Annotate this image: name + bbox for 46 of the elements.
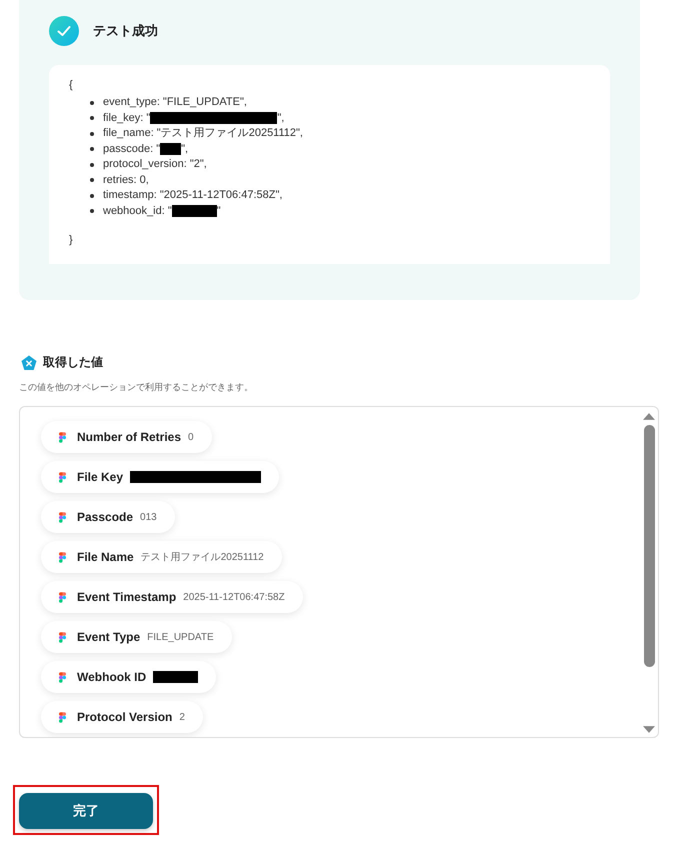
bullet-icon xyxy=(90,147,94,152)
app-logo-icon xyxy=(59,592,66,602)
bullet-icon xyxy=(90,100,94,105)
app-logo-icon xyxy=(59,432,66,442)
code-line: retries: 0, xyxy=(103,172,149,188)
variable-icon xyxy=(21,354,37,370)
section-title: 取得した値 xyxy=(43,354,103,371)
app-logo-icon xyxy=(59,512,66,522)
bullet-icon xyxy=(90,178,94,182)
code-line: protocol_version: "2", xyxy=(103,157,207,172)
done-button[interactable]: 完了 xyxy=(19,793,153,829)
app-logo-icon xyxy=(59,552,66,562)
value-chip[interactable]: Protocol Version 2 xyxy=(41,701,203,733)
value-chip[interactable]: Event Timestamp 2025-11-12T06:47:58Z xyxy=(41,581,303,613)
code-brace: } xyxy=(69,233,74,248)
result-title: テスト成功 xyxy=(93,22,158,40)
code-brace: { xyxy=(69,78,74,93)
bullet-icon xyxy=(90,132,94,136)
code-punctuation: ", xyxy=(277,110,284,126)
code-line: file_key: " xyxy=(103,110,150,126)
value-chip[interactable]: File Key xyxy=(41,461,280,493)
bullet-icon xyxy=(90,162,94,167)
code-line: webhook_id: " xyxy=(103,204,172,218)
bullet-icon xyxy=(90,209,94,214)
code-punctuation: ", xyxy=(181,142,188,156)
value-chip[interactable]: Passcode 013 xyxy=(41,501,175,533)
app-logo-icon xyxy=(59,712,66,722)
value-chip[interactable]: Number of Retries 0 xyxy=(41,421,212,453)
value-chip[interactable]: Event Type FILE_UPDATE xyxy=(41,621,232,653)
scroll-down-icon[interactable] xyxy=(643,726,655,733)
code-line: file_name: "テスト用ファイル20251112", xyxy=(103,126,303,141)
scrollbar[interactable] xyxy=(642,413,656,733)
checkmark-icon xyxy=(49,16,79,46)
app-logo-icon xyxy=(59,672,66,682)
value-chip[interactable]: Webhook ID xyxy=(41,661,216,693)
app-logo-icon xyxy=(59,472,66,482)
code-line: event_type: "FILE_UPDATE", xyxy=(103,95,247,110)
code-line: timestamp: "2025-11-12T06:47:58Z", xyxy=(103,188,282,203)
bullet-icon xyxy=(90,116,94,120)
bullet-icon xyxy=(90,194,94,198)
section-description: この値を他のオペレーションで利用することができます。 xyxy=(19,381,254,394)
value-chip[interactable]: File Name テスト用ファイル20251112 xyxy=(41,541,282,573)
app-logo-icon xyxy=(59,632,66,642)
code-line: passcode: " xyxy=(103,142,160,156)
code-punctuation: " xyxy=(216,204,221,218)
scroll-up-icon[interactable] xyxy=(643,413,655,420)
